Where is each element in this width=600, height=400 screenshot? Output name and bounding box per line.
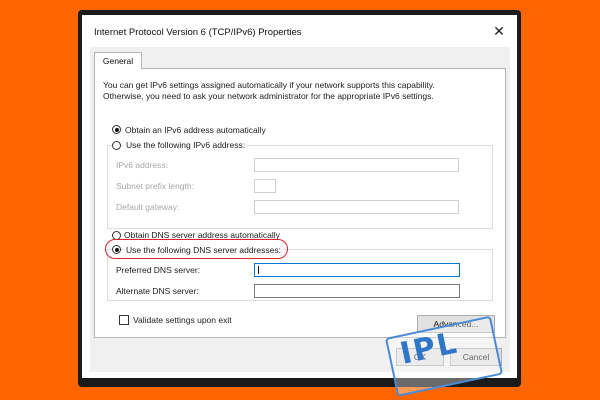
radio-use-following-ipv6[interactable]	[112, 141, 121, 150]
text-caret	[258, 266, 259, 274]
alternate-dns-label: Alternate DNS server:	[116, 286, 199, 296]
dialog-client-area: General You can get IPv6 settings assign…	[90, 47, 510, 372]
preferred-dns-label: Preferred DNS server:	[116, 265, 201, 275]
tab-general[interactable]: General	[94, 52, 142, 69]
use-following-ipv6-label: Use the following IPv6 address:	[124, 140, 248, 150]
general-panel: You can get IPv6 settings assigned autom…	[94, 68, 506, 338]
description-line-1: You can get IPv6 settings assigned autom…	[103, 80, 435, 90]
alternate-dns-input[interactable]	[254, 284, 460, 298]
ipv6-address-label: IPv6 address:	[116, 160, 168, 170]
validate-checkbox[interactable]	[119, 315, 129, 325]
close-button[interactable]: ✕	[489, 21, 509, 41]
subnet-prefix-input[interactable]	[254, 179, 276, 193]
title-bar: Internet Protocol Version 6 (TCP/IPv6) P…	[82, 15, 517, 47]
preferred-dns-input[interactable]	[254, 263, 460, 277]
default-gateway-input[interactable]	[254, 200, 459, 214]
obtain-ipv6-auto-label: Obtain an IPv6 address automatically	[125, 125, 266, 135]
subnet-prefix-label: Subnet prefix length:	[116, 181, 194, 191]
highlight-ring	[105, 239, 288, 259]
validate-label: Validate settings upon exit	[133, 315, 232, 325]
radio-obtain-ipv6-auto[interactable]	[112, 125, 121, 134]
ipv6-address-input[interactable]	[254, 158, 459, 172]
default-gateway-label: Default gateway:	[116, 202, 180, 212]
close-icon: ✕	[493, 23, 505, 39]
window-title: Internet Protocol Version 6 (TCP/IPv6) P…	[94, 27, 302, 38]
description-line-2: Otherwise, you need to ask your network …	[103, 91, 434, 101]
